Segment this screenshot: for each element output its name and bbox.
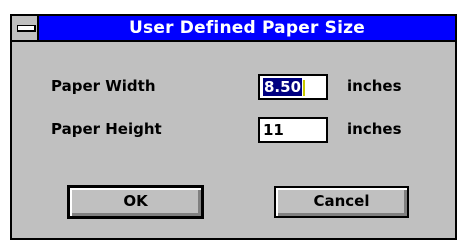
paper-width-label: Paper Width — [51, 77, 156, 95]
paper-width-input[interactable]: 8.50 — [258, 74, 328, 100]
cancel-button[interactable]: Cancel — [274, 186, 409, 218]
dialog-title: User Defined Paper Size — [129, 18, 365, 38]
paper-height-label: Paper Height — [51, 120, 162, 138]
paper-height-input[interactable]: 11 — [258, 117, 328, 143]
text-cursor — [303, 79, 306, 96]
paper-size-dialog: User Defined Paper Size Paper Width 8.50… — [10, 14, 457, 240]
ok-button[interactable]: OK — [67, 185, 204, 219]
paper-width-value: 8.50 — [263, 78, 303, 96]
system-menu-button[interactable] — [12, 16, 39, 40]
paper-height-unit: inches — [347, 120, 402, 138]
title-bar[interactable]: User Defined Paper Size — [12, 16, 455, 42]
paper-width-unit: inches — [347, 77, 402, 95]
paper-height-value: 11 — [263, 121, 284, 139]
system-menu-icon — [17, 25, 36, 32]
